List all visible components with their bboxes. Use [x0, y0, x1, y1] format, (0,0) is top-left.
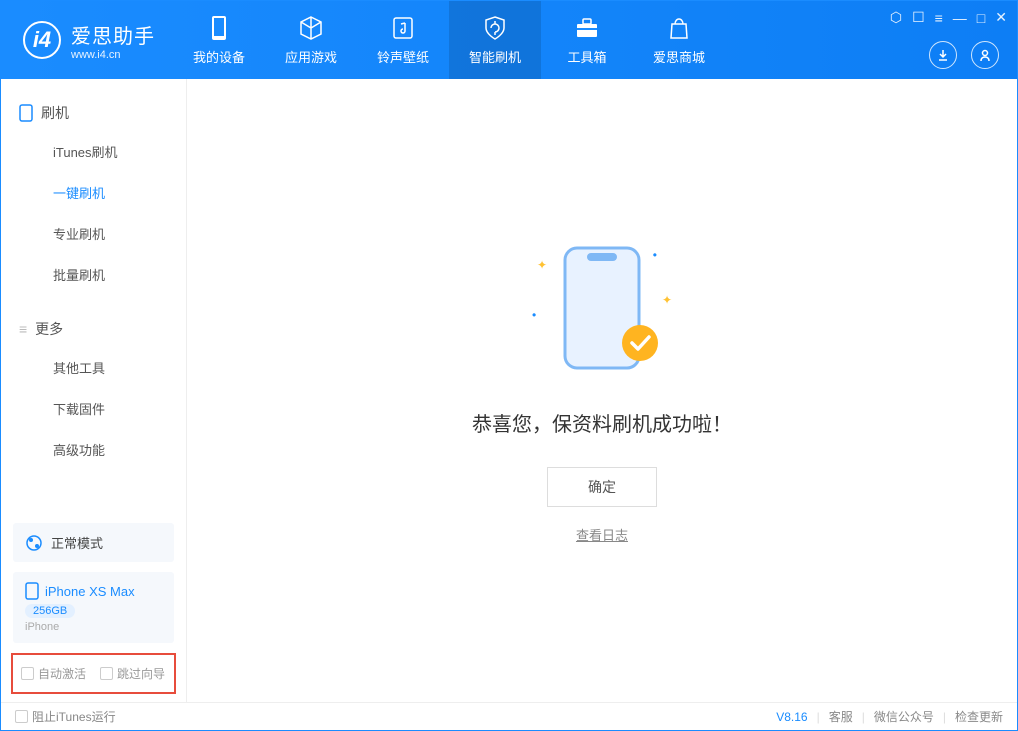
cube-icon [298, 15, 324, 41]
support-link[interactable]: 客服 [829, 708, 853, 725]
sidebar-item-oneclick-flash[interactable]: 一键刷机 [1, 172, 186, 213]
check-update-link[interactable]: 检查更新 [955, 708, 1003, 725]
logo-text: 爱思助手 www.i4.cn [71, 20, 155, 61]
footer-right: V8.16 | 客服 | 微信公众号 | 检查更新 [776, 708, 1003, 725]
status-box[interactable]: 正常模式 [13, 523, 174, 562]
success-illustration: ✦ • • ✦ [532, 238, 672, 388]
status-mode: 正常模式 [51, 533, 103, 552]
sidebar: 刷机 iTunes刷机 一键刷机 专业刷机 批量刷机 ≡ 更多 其他工具 下载固… [1, 79, 187, 702]
minimize-button[interactable]: — [953, 10, 967, 26]
chk-label: 自动激活 [38, 665, 86, 682]
auto-activate-checkbox[interactable]: 自动激活 [21, 665, 86, 682]
body: 刷机 iTunes刷机 一键刷机 专业刷机 批量刷机 ≡ 更多 其他工具 下载固… [1, 79, 1017, 702]
list-icon: ≡ [19, 321, 27, 337]
app-url: www.i4.cn [71, 49, 155, 61]
main-content: ✦ • • ✦ 恭喜您，保资料刷机成功啦！ 确定 查看日志 [187, 79, 1017, 702]
footer-left: 阻止iTunes运行 [15, 708, 116, 725]
maximize-button[interactable]: □ [977, 10, 985, 26]
check-badge-icon [620, 323, 660, 363]
tab-toolbox[interactable]: 工具箱 [541, 1, 633, 79]
refresh-shield-icon [482, 15, 508, 41]
ok-button[interactable]: 确定 [547, 467, 657, 507]
device-type: iPhone [25, 621, 162, 633]
tab-label: 铃声壁纸 [377, 47, 429, 66]
device-small-icon [19, 104, 33, 122]
sidebar-item-pro-flash[interactable]: 专业刷机 [1, 213, 186, 254]
device-capacity: 256GB [25, 604, 75, 618]
tab-ringtone-wallpaper[interactable]: 铃声壁纸 [357, 1, 449, 79]
header: i4 爱思助手 www.i4.cn 我的设备 应用游戏 铃声壁纸 智能刷机 工具… [1, 1, 1017, 79]
user-button[interactable] [971, 41, 999, 69]
chk-label: 阻止iTunes运行 [32, 708, 116, 725]
tab-label: 智能刷机 [469, 47, 521, 66]
chk-label: 跳过向导 [117, 665, 165, 682]
header-right [929, 41, 999, 69]
tab-apps-games[interactable]: 应用游戏 [265, 1, 357, 79]
footer: 阻止iTunes运行 V8.16 | 客服 | 微信公众号 | 检查更新 [1, 702, 1017, 730]
close-button[interactable]: ✕ [995, 9, 1007, 26]
tab-store[interactable]: 爱思商城 [633, 1, 725, 79]
status-icon [25, 534, 43, 552]
sidebar-header-more: ≡ 更多 [1, 311, 186, 347]
section-title: 更多 [35, 319, 63, 339]
feedback-icon[interactable]: ☐ [912, 9, 925, 26]
nav-tabs: 我的设备 应用游戏 铃声壁纸 智能刷机 工具箱 爱思商城 [173, 1, 725, 79]
sidebar-item-advanced[interactable]: 高级功能 [1, 429, 186, 470]
sidebar-section-more: ≡ 更多 其他工具 下载固件 高级功能 [1, 295, 186, 470]
toolbox-icon [574, 15, 600, 41]
skip-guide-checkbox[interactable]: 跳过向导 [100, 665, 165, 682]
device-name-row: iPhone XS Max [25, 582, 162, 600]
sidebar-item-other-tools[interactable]: 其他工具 [1, 347, 186, 388]
sidebar-section-flash: 刷机 iTunes刷机 一键刷机 专业刷机 批量刷机 [1, 79, 186, 295]
tab-label: 应用游戏 [285, 47, 337, 66]
logo-icon: i4 [23, 21, 61, 59]
checkbox-row: 自动激活 跳过向导 [11, 653, 176, 694]
download-button[interactable] [929, 41, 957, 69]
sidebar-header-flash: 刷机 [1, 95, 186, 131]
menu-icon[interactable]: ≡ [935, 10, 943, 26]
bag-icon [666, 15, 692, 41]
sidebar-item-itunes-flash[interactable]: iTunes刷机 [1, 131, 186, 172]
shirt-icon[interactable]: ⬡ [890, 9, 902, 26]
tab-my-device[interactable]: 我的设备 [173, 1, 265, 79]
tab-label: 工具箱 [567, 47, 606, 66]
view-log-link[interactable]: 查看日志 [576, 525, 628, 544]
success-message: 恭喜您，保资料刷机成功啦！ [472, 408, 732, 437]
wechat-link[interactable]: 微信公众号 [874, 708, 934, 725]
section-title: 刷机 [41, 103, 69, 123]
app-name: 爱思助手 [71, 20, 155, 49]
phone-small-icon [25, 582, 39, 600]
logo-area: i4 爱思助手 www.i4.cn [1, 1, 173, 79]
device-name: iPhone XS Max [45, 584, 135, 599]
tab-label: 爱思商城 [653, 47, 705, 66]
tab-label: 我的设备 [193, 47, 245, 66]
block-itunes-checkbox[interactable]: 阻止iTunes运行 [15, 708, 116, 725]
music-note-icon [390, 15, 416, 41]
device-box[interactable]: iPhone XS Max 256GB iPhone [13, 572, 174, 643]
sidebar-item-download-firmware[interactable]: 下载固件 [1, 388, 186, 429]
phone-icon [206, 15, 232, 41]
version-label: V8.16 [776, 710, 807, 724]
sidebar-item-batch-flash[interactable]: 批量刷机 [1, 254, 186, 295]
title-controls: ⬡ ☐ ≡ — □ ✕ [890, 9, 1007, 26]
tab-smart-flash[interactable]: 智能刷机 [449, 1, 541, 79]
